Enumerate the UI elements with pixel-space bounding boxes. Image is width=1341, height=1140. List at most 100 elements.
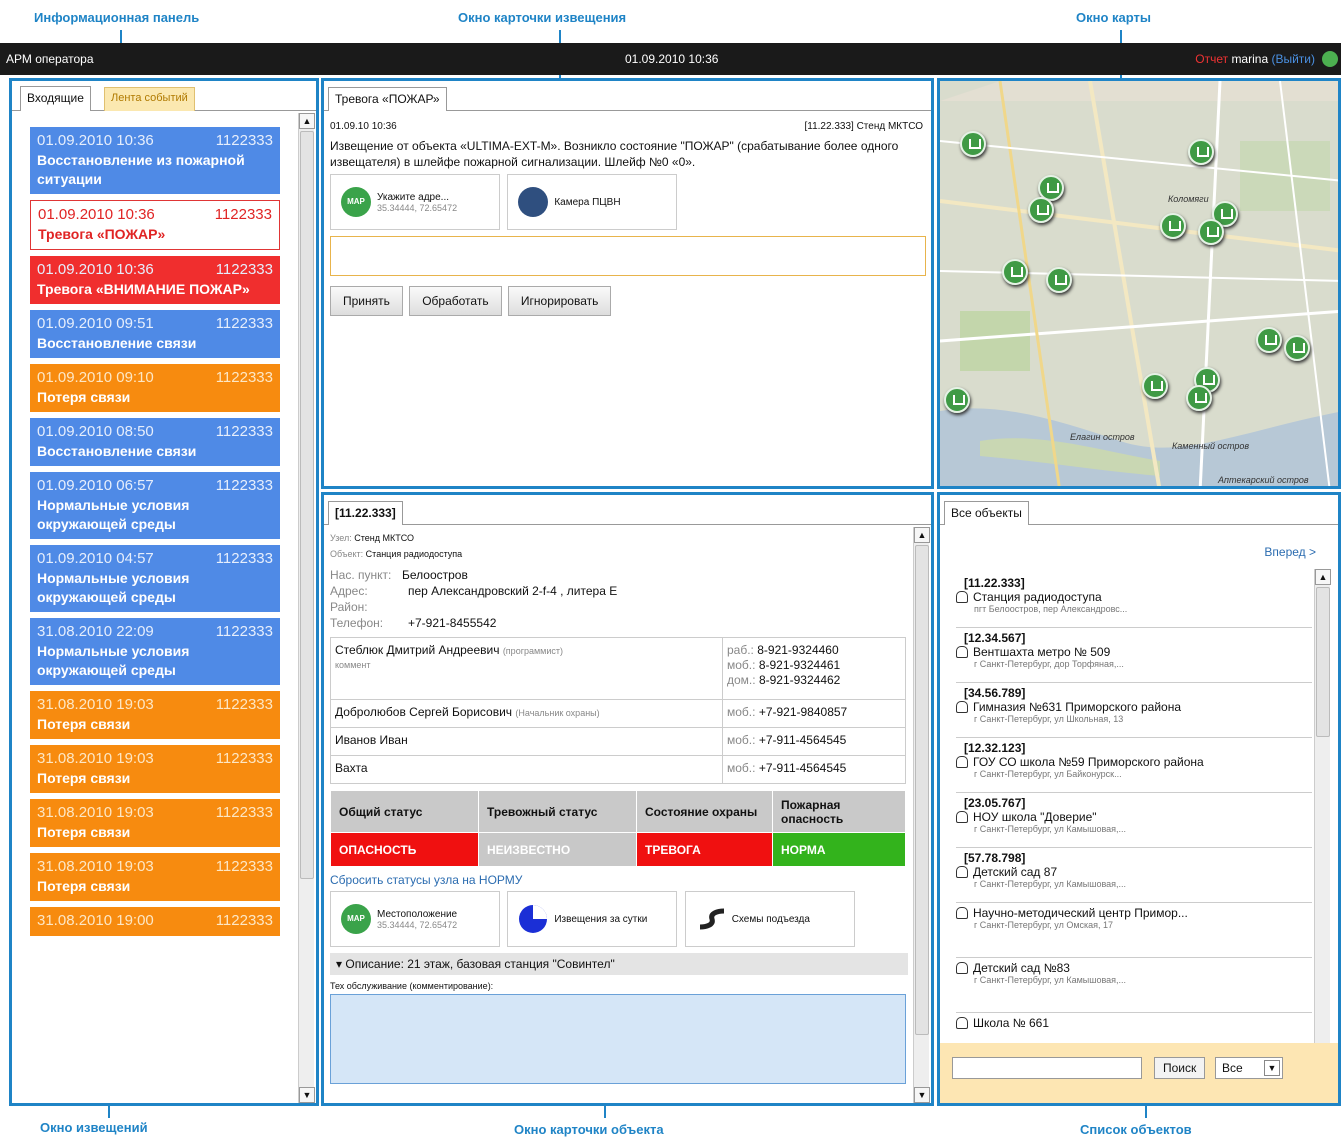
phone-type: раб.: xyxy=(727,643,754,657)
camera-button[interactable]: Камера ПЦВН xyxy=(507,174,678,230)
map-marker-icon[interactable] xyxy=(944,387,970,413)
notification-title: Нормальные условия окружающей среды xyxy=(37,497,190,532)
info-panel: АРМ оператора 01.09.2010 10:36 Отчет mar… xyxy=(0,43,1341,75)
accept-button[interactable]: Принять xyxy=(330,286,403,316)
object-list-item[interactable]: [12.32.123] ГОУ СО школа №59 Приморского … xyxy=(956,738,1312,793)
callout-info-panel: Информационная панель xyxy=(34,10,200,25)
object-list-item[interactable]: Детский сад №83 г Санкт-Петербург, ул Кам… xyxy=(956,958,1312,1013)
object-list-item[interactable]: Научно-методический центр Примор... г Сан… xyxy=(956,903,1312,958)
contact-row: Иванов Иван моб.: +7-911-4564545 xyxy=(330,727,906,756)
address-button[interactable]: MAP Укажите адре... 35.34444, 72.65472 xyxy=(330,174,500,230)
map-canvas[interactable] xyxy=(940,81,1341,489)
tab-incoming[interactable]: Входящие xyxy=(20,86,91,111)
home-icon xyxy=(956,962,968,974)
map-marker-icon[interactable] xyxy=(1186,385,1212,411)
notification-card[interactable]: 01.09.2010 10:36 1122333 Восстановление из… xyxy=(30,127,280,194)
notifications-window: Входящие Лента событий 01.09.2010 10:36 1… xyxy=(9,78,319,1106)
notification-card[interactable]: 01.09.2010 08:50 1122333 Восстановление св… xyxy=(30,418,280,466)
notification-id: 1122333 xyxy=(215,696,273,713)
tab-event-feed[interactable]: Лента событий xyxy=(104,87,195,111)
scroll-thumb[interactable] xyxy=(1316,587,1330,737)
report-link[interactable]: Отчет xyxy=(1195,52,1228,66)
map-marker-icon[interactable] xyxy=(1256,327,1282,353)
notification-title: Восстановление связи xyxy=(37,443,197,459)
object-name: Школа № 661 xyxy=(973,1016,1050,1030)
map-window[interactable]: Коломяги Елагин остров Каменный остров А… xyxy=(937,78,1341,489)
notification-card[interactable]: 01.09.2010 09:51 1122333 Восстановление св… xyxy=(30,310,280,358)
scroll-thumb[interactable] xyxy=(300,131,314,879)
contact-name: Добролюбов Сергей Борисович xyxy=(335,705,513,719)
object-id: [34.56.789] xyxy=(964,686,1026,700)
map-marker-icon[interactable] xyxy=(1198,219,1224,245)
notif-scrollbar[interactable]: ▲ ▼ xyxy=(298,113,315,1103)
notification-title: Потеря связи xyxy=(37,824,131,840)
scroll-up-icon[interactable]: ▲ xyxy=(299,113,315,129)
object-list-item[interactable]: [11.22.333] Станция радиодоступа пгт Белоо… xyxy=(956,573,1312,628)
contact-row: Добролюбов Сергей Борисович (Начальник о… xyxy=(330,699,906,728)
object-list-item[interactable]: [34.56.789] Гимназия №631 Приморского рай… xyxy=(956,683,1312,738)
object-list-item[interactable]: [12.34.567] Вентшахта метро № 509 г Санкт-… xyxy=(956,628,1312,683)
ignore-button[interactable]: Игнорировать xyxy=(507,286,612,316)
tab-all-objects[interactable]: Все объекты xyxy=(944,501,1029,525)
map-marker-icon[interactable] xyxy=(1160,213,1186,239)
search-input[interactable] xyxy=(952,1057,1142,1079)
location-button[interactable]: MAP Местоположение 35.34444, 72.65472 xyxy=(330,891,500,947)
map-marker-icon[interactable] xyxy=(1046,267,1072,293)
notification-card[interactable]: 31.08.2010 19:03 1122333 Потеря связи xyxy=(30,745,280,793)
notification-card[interactable]: 31.08.2010 19:00 1122333 xyxy=(30,907,280,936)
map-marker-icon[interactable] xyxy=(1002,259,1028,285)
map-marker-icon[interactable] xyxy=(1028,197,1054,223)
status-value-alarm: НЕИЗВЕСТНО xyxy=(478,832,637,867)
notification-card[interactable]: 01.09.2010 09:10 1122333 Потеря связи xyxy=(30,364,280,412)
chevron-down-icon[interactable]: ▼ xyxy=(1264,1060,1280,1076)
scroll-up-icon[interactable]: ▲ xyxy=(914,527,930,543)
reset-status-link[interactable]: Сбросить статусы узла на НОРМУ xyxy=(330,873,908,887)
object-name: ГОУ СО школа №59 Приморского района xyxy=(973,755,1204,769)
notification-card[interactable]: 01.09.2010 10:36 1122333 Тревога «ВНИМАНИЕ… xyxy=(30,256,280,304)
notification-card[interactable]: 31.08.2010 22:09 1122333 Нормальные услови… xyxy=(30,618,280,685)
tab-object[interactable]: [11.22.333] xyxy=(328,501,403,525)
filter-select[interactable]: Все ▼ xyxy=(1215,1057,1283,1079)
notification-card[interactable]: 31.08.2010 19:03 1122333 Потеря связи xyxy=(30,853,280,901)
scroll-thumb[interactable] xyxy=(915,545,929,1035)
callout-object-window: Окно карточки объекта xyxy=(514,1122,664,1137)
scroll-down-icon[interactable]: ▼ xyxy=(914,1087,930,1103)
map-marker-icon[interactable] xyxy=(1188,139,1214,165)
phone-number: +7-911-4564545 xyxy=(758,761,847,775)
maintenance-input[interactable] xyxy=(330,994,906,1084)
notification-card[interactable]: 01.09.2010 06:57 1122333 Нормальные услови… xyxy=(30,472,280,539)
scroll-down-icon[interactable]: ▼ xyxy=(299,1087,315,1103)
callout-line xyxy=(120,30,122,43)
process-button[interactable]: Обработать xyxy=(409,286,502,316)
notification-card[interactable]: 01.09.2010 10:36 1122333 Тревога «ПОЖАР» xyxy=(30,200,280,250)
notification-title: Нормальные условия окружающей среды xyxy=(37,570,190,605)
logout-link[interactable]: (Выйти) xyxy=(1271,52,1315,66)
list-scrollbar[interactable]: ▲ ▼ xyxy=(1314,569,1331,1059)
forward-link[interactable]: Вперед > xyxy=(1264,545,1316,559)
description-toggle[interactable]: ▾ Описание: 21 этаж, базовая станция "Со… xyxy=(330,953,908,975)
notification-card[interactable]: 01.09.2010 04:57 1122333 Нормальные услови… xyxy=(30,545,280,612)
notification-id: 1122333 xyxy=(215,261,273,278)
object-list-item[interactable]: [57.78.798] Детский сад 87 г Санкт-Петербу… xyxy=(956,848,1312,903)
alert-comment-input[interactable] xyxy=(330,236,926,276)
tab-alert[interactable]: Тревога «ПОЖАР» xyxy=(328,87,447,111)
contacts-table: Стеблюк Дмитрий Андреевич (программист) к… xyxy=(330,637,906,784)
map-marker-icon[interactable] xyxy=(1284,335,1310,361)
description-text: Описание: 21 этаж, базовая станция "Сови… xyxy=(345,957,615,971)
object-scrollbar[interactable]: ▲ ▼ xyxy=(913,527,930,1103)
search-button[interactable]: Поиск xyxy=(1154,1057,1206,1079)
schemes-button[interactable]: Схемы подъезда xyxy=(684,891,855,947)
object-value: Станция радиодоступа xyxy=(365,549,463,559)
object-name: Гимназия №631 Приморского района xyxy=(973,700,1182,714)
object-list-item[interactable]: [23.05.767] НОУ школа "Доверие" г Санкт-Пе… xyxy=(956,793,1312,848)
map-marker-icon[interactable] xyxy=(960,131,986,157)
exit-icon[interactable] xyxy=(1322,51,1338,67)
status-head-guard: Состояние охраны xyxy=(636,790,773,833)
district-label: Район: xyxy=(330,600,368,614)
daily-notifications-button[interactable]: Извещения за сутки xyxy=(507,891,678,947)
map-marker-icon[interactable] xyxy=(1142,373,1168,399)
notification-card[interactable]: 31.08.2010 19:03 1122333 Потеря связи xyxy=(30,691,280,739)
scroll-up-icon[interactable]: ▲ xyxy=(1315,569,1331,585)
notification-id: 1122333 xyxy=(214,206,272,223)
notification-card[interactable]: 31.08.2010 19:03 1122333 Потеря связи xyxy=(30,799,280,847)
